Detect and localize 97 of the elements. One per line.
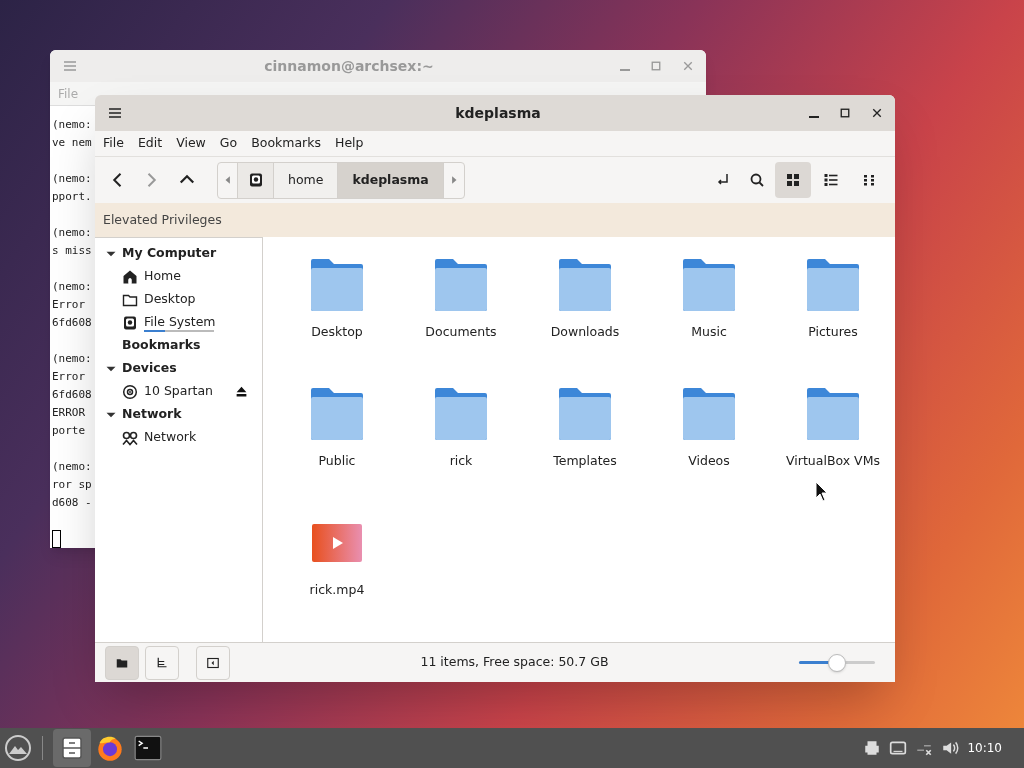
file-cabinet-icon	[60, 736, 84, 760]
taskbar-button[interactable]	[53, 729, 91, 767]
terminal-line: Error	[52, 369, 86, 385]
menu-item[interactable]: Edit	[137, 134, 163, 153]
maximize-icon	[839, 107, 851, 119]
browser-icon	[96, 734, 124, 762]
menu-item[interactable]: View	[176, 134, 206, 153]
terminal-line: (nemo:	[52, 225, 92, 241]
file-name[interactable]: Desktop	[311, 323, 363, 342]
file-name[interactable]: Videos	[688, 452, 730, 471]
window-title: kdeplasma	[454, 103, 541, 123]
drive-icon	[122, 314, 138, 331]
file-name[interactable]: Pictures	[808, 323, 858, 342]
minimize-icon	[620, 69, 630, 72]
home-icon	[122, 268, 138, 285]
sidebar-item[interactable]: Desktop	[144, 290, 196, 309]
folder-icon	[434, 387, 488, 441]
folder-icon	[806, 387, 860, 441]
printer-icon	[863, 739, 882, 757]
mouse-pointer-icon	[815, 481, 829, 503]
pane-button[interactable]	[196, 645, 230, 680]
terminal-line: ERROR	[52, 405, 86, 421]
terminal-cursor	[52, 530, 61, 548]
clock[interactable]: 10:10	[967, 739, 1002, 757]
compact-view-icon	[861, 172, 877, 188]
terminal-line: d608 -	[52, 495, 92, 511]
terminal-line: 6fd608	[52, 315, 92, 331]
file-name[interactable]: Public	[318, 452, 356, 471]
file-name[interactable]: Downloads	[550, 323, 620, 342]
sidebar-toggle-icon	[207, 656, 219, 669]
file-name[interactable]: Music	[691, 323, 727, 342]
terminal-line: (nemo:	[52, 459, 92, 475]
sidebar-item[interactable]: File System	[144, 313, 216, 332]
file-name[interactable]: Templates	[553, 452, 617, 471]
volume-icon	[941, 739, 960, 757]
close-icon	[682, 60, 694, 73]
folder-icon	[434, 258, 488, 312]
terminal-icon	[134, 734, 162, 762]
terminal-line: (nemo:	[52, 171, 92, 187]
zoom-slider[interactable]	[799, 653, 875, 672]
video-file-icon	[312, 524, 362, 562]
breadcrumb-button[interactable]: home	[274, 162, 339, 198]
menu-item[interactable]: File	[103, 134, 124, 153]
search-icon	[749, 172, 765, 188]
terminal-line: s miss	[52, 243, 92, 259]
folder-icon	[116, 656, 128, 669]
mountain-logo-icon	[4, 734, 32, 762]
terminal-line: porte	[52, 423, 86, 439]
sidebar-item[interactable]: Home	[144, 267, 181, 286]
file-name[interactable]: rick	[449, 452, 473, 471]
folder-icon	[558, 387, 612, 441]
section-heading[interactable]: Devices	[122, 359, 177, 378]
terminal-line: (nemo:	[52, 117, 92, 133]
maximize-icon	[650, 60, 662, 73]
folder-icon	[558, 258, 612, 312]
terminal-line: Error	[52, 297, 86, 313]
display-icon	[889, 739, 908, 757]
close-icon	[871, 107, 883, 119]
list-icon	[823, 172, 839, 188]
folder-icon	[682, 387, 736, 441]
minimize-icon	[809, 116, 819, 118]
menu-item[interactable]: Go	[219, 134, 238, 153]
pane-button[interactable]	[105, 645, 139, 680]
disc-icon	[122, 383, 138, 400]
menu-icon	[107, 105, 123, 121]
terminal-line: ror sp	[52, 477, 92, 493]
status-text: 11 items, Free space: 50.7 GB	[420, 653, 609, 672]
grid-icon	[785, 172, 801, 188]
terminal-line: ve nem	[52, 135, 92, 151]
section-heading[interactable]: Bookmarks	[122, 336, 201, 355]
tree-icon	[156, 656, 168, 669]
pane-button[interactable]	[145, 645, 179, 680]
section-heading[interactable]: Network	[122, 405, 182, 424]
eject-icon[interactable]	[235, 385, 248, 398]
view-button[interactable]	[775, 162, 811, 198]
menu-item[interactable]: Help	[335, 134, 364, 153]
folder-icon	[806, 258, 860, 312]
sidebar-item[interactable]: 10 Spartan	[144, 382, 214, 401]
terminal-line: (nemo:	[52, 279, 92, 295]
breadcrumb-button[interactable]: kdeplasma	[338, 162, 444, 198]
folder-icon	[310, 258, 364, 312]
folder-icon	[310, 387, 364, 441]
terminal-line: pport.	[52, 189, 92, 205]
drive-icon	[247, 172, 264, 188]
terminal-line: 6fd608	[52, 387, 92, 403]
menu-item[interactable]: Bookmarks	[251, 134, 321, 153]
file-name[interactable]: Documents	[425, 323, 497, 342]
terminal-line: (nemo:	[52, 351, 92, 367]
folder-icon	[682, 258, 736, 312]
section-heading[interactable]: My Computer	[122, 244, 217, 263]
window-title: cinnamon@archsex:~	[264, 56, 434, 76]
sidebar-item[interactable]: Network	[144, 428, 197, 447]
slider-thumb[interactable]	[828, 653, 846, 672]
file-name[interactable]: VirtualBox VMs	[786, 452, 880, 471]
info-banner: Elevated Privileges	[95, 203, 895, 237]
file-name[interactable]: rick.mp4	[309, 581, 365, 600]
network-icon	[122, 429, 138, 446]
